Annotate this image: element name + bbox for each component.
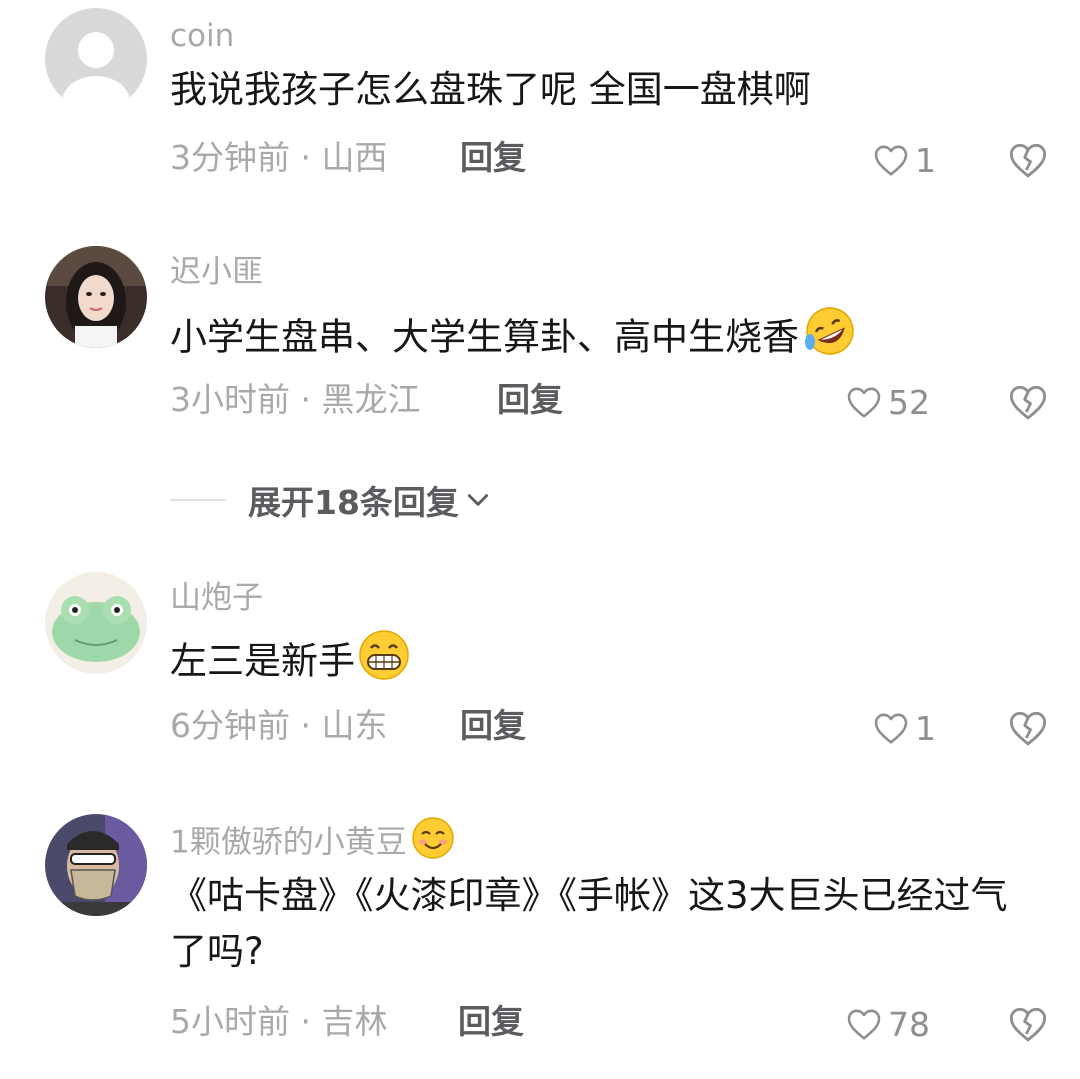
comment-text: 左三是新手: [170, 628, 1030, 698]
username[interactable]: coin: [170, 14, 234, 58]
broken-heart-icon[interactable]: [1008, 140, 1048, 180]
broken-heart-icon[interactable]: [1008, 708, 1048, 748]
grinning-emoji: [357, 628, 411, 698]
username[interactable]: 1颗傲骄的小黄豆: [170, 816, 455, 872]
avatar[interactable]: [45, 246, 147, 348]
smiling-face-emoji: [411, 816, 455, 872]
woman-photo-avatar: [45, 246, 147, 348]
avatar[interactable]: [45, 572, 147, 674]
broken-heart-icon[interactable]: [1008, 1004, 1048, 1044]
heart-icon: [847, 387, 881, 418]
username-text: 1颗傲骄的小黄豆: [170, 824, 407, 861]
comment-text-body: 我说我孩子怎么盘珠了呢 全国一盘棋啊: [170, 68, 811, 111]
avatar[interactable]: [45, 8, 147, 110]
rolling-on-floor-laughing-emoji: [801, 304, 859, 374]
default-avatar-icon: [45, 8, 147, 110]
like-button[interactable]: 1: [873, 706, 936, 750]
reply-button[interactable]: 回复: [458, 1000, 524, 1044]
broken-heart-icon[interactable]: [1008, 382, 1048, 422]
like-button[interactable]: 52: [846, 380, 930, 424]
reply-button[interactable]: 回复: [460, 136, 526, 180]
man-with-mask-avatar: [45, 814, 147, 916]
avatar[interactable]: [45, 814, 147, 916]
reply-button[interactable]: 回复: [497, 378, 563, 422]
comment-text-body: 左三是新手: [170, 639, 355, 683]
reply-button[interactable]: 回复: [460, 704, 526, 748]
like-button[interactable]: 78: [846, 1002, 930, 1046]
chevron-down-icon: [467, 494, 489, 506]
frog-toy-avatar: [45, 572, 147, 674]
comment-text: 《咕卡盘》《火漆印章》《手帐》这3大巨头已经过气了吗?: [170, 868, 1020, 980]
comment-text-body: 小学生盘串、大学生算卦、高中生烧香: [170, 315, 799, 359]
comment-meta: 3分钟前 · 山西: [170, 138, 388, 177]
heart-icon: [847, 1009, 881, 1040]
comment-text: 我说我孩子怎么盘珠了呢 全国一盘棋啊: [170, 62, 1030, 118]
heart-icon: [874, 145, 908, 176]
comment-meta: 5小时前 · 吉林: [170, 1002, 388, 1041]
username[interactable]: 山炮子: [170, 576, 263, 620]
expand-replies-button[interactable]: 展开18条回复: [170, 478, 491, 522]
like-button[interactable]: 1: [873, 138, 936, 182]
comment-meta: 3小时前 · 黑龙江: [170, 380, 421, 419]
comment-text-body: 《咕卡盘》《火漆印章》《手帐》这3大巨头已经过气了吗?: [170, 874, 1008, 973]
like-count: 52: [888, 382, 930, 422]
like-count: 1: [915, 708, 936, 748]
like-count: 78: [888, 1004, 930, 1044]
like-count: 1: [915, 140, 936, 180]
expand-replies-label: 展开18条回复: [248, 483, 459, 522]
divider: [170, 499, 226, 501]
comment-meta: 6分钟前 · 山东: [170, 706, 388, 745]
comment-text: 小学生盘串、大学生算卦、高中生烧香: [170, 304, 1030, 374]
username[interactable]: 迟小匪: [170, 250, 263, 294]
heart-icon: [874, 713, 908, 744]
